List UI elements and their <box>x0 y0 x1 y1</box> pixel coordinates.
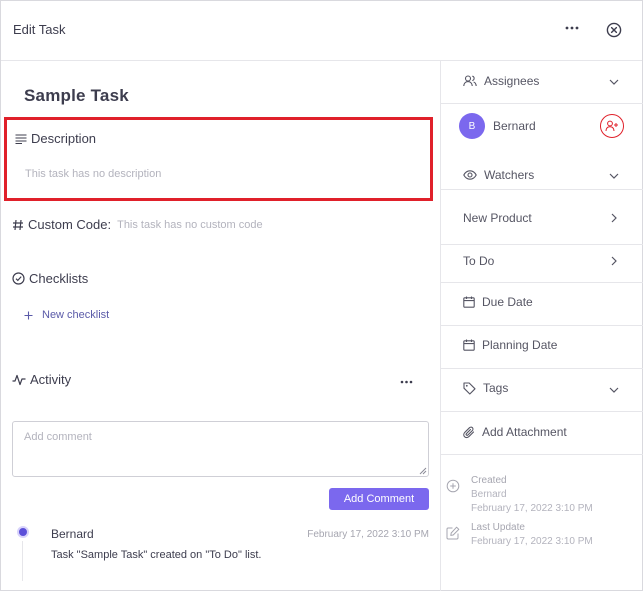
task-sidebar: Assignees B Bernard Watchers New Product… <box>440 61 643 591</box>
add-assignee-icon[interactable] <box>600 114 624 138</box>
planning-date-row[interactable]: Planning Date <box>441 326 643 369</box>
tag-icon <box>463 381 476 395</box>
calendar-icon <box>463 296 475 308</box>
new-checklist-label: New checklist <box>42 309 110 321</box>
new-checklist-button[interactable]: New checklist <box>24 309 109 321</box>
due-date-label: Due Date <box>482 295 533 309</box>
plus-circle-icon <box>446 479 460 493</box>
created-date: February 17, 2022 3:10 PM <box>471 503 593 514</box>
created-label: Created <box>471 475 507 486</box>
tags-row[interactable]: Tags <box>441 369 643 412</box>
project-row[interactable]: New Product <box>441 190 643 245</box>
status-label: To Do <box>463 254 495 268</box>
add-comment-button[interactable]: Add Comment <box>329 488 429 510</box>
assignees-row[interactable]: Assignees <box>441 61 643 104</box>
edit-icon <box>446 526 460 540</box>
activity-time: February 17, 2022 3:10 PM <box>307 529 429 540</box>
planning-date-row-content: Planning Date <box>463 338 557 352</box>
task-title[interactable]: Sample Task <box>24 86 129 106</box>
project-row-content: New Product <box>463 211 532 225</box>
assignees-label: Assignees <box>484 74 540 88</box>
last-update-label: Last Update <box>471 522 525 533</box>
status-row-content: To Do <box>463 254 494 268</box>
status-row[interactable]: To Do <box>441 245 643 283</box>
calendar-icon <box>463 339 475 351</box>
created-by: Bernard <box>471 489 507 500</box>
chevron-right-icon[interactable] <box>609 256 619 266</box>
check-circle-icon <box>12 272 25 285</box>
activity-text: Task "Sample Task" created on "To Do" li… <box>51 549 262 561</box>
modal-title: Edit Task <box>13 22 66 37</box>
watchers-row-content: Watchers <box>463 168 534 182</box>
avatar: B <box>459 113 485 139</box>
more-options-icon[interactable] <box>561 17 583 39</box>
edit-task-modal: Edit Task Sample Task Description This t… <box>0 0 643 591</box>
activity-label: Activity <box>30 372 72 387</box>
planning-date-label: Planning Date <box>482 338 558 352</box>
last-update-info: Last Update February 17, 2022 3:10 PM <box>441 522 643 554</box>
description-header: Description <box>15 131 96 146</box>
watchers-row[interactable]: Watchers <box>441 147 643 190</box>
paperclip-icon <box>463 426 475 439</box>
modal-header: Edit Task <box>1 1 642 61</box>
activity-entry: Bernard February 17, 2022 3:10 PM Task "… <box>1 521 440 581</box>
chevron-down-icon[interactable] <box>609 385 619 395</box>
comment-input[interactable] <box>12 421 429 477</box>
description-section[interactable]: Description This task has no description <box>4 117 433 201</box>
text-lines-icon <box>15 133 27 144</box>
activity-more-icon[interactable] <box>395 374 417 390</box>
description-placeholder[interactable]: This task has no description <box>25 168 161 180</box>
activity-author: Bernard <box>51 527 94 541</box>
resize-handle-icon[interactable] <box>417 465 427 475</box>
assignee-name: Bernard <box>493 119 536 133</box>
chevron-right-icon[interactable] <box>609 213 619 223</box>
watchers-label: Watchers <box>484 168 535 182</box>
attachment-row[interactable]: Add Attachment <box>441 412 643 455</box>
description-label: Description <box>31 131 97 146</box>
custom-code-label: Custom Code: <box>28 217 112 232</box>
assignee-item[interactable]: B Bernard <box>459 113 536 139</box>
checklists-section: Checklists <box>12 271 88 286</box>
custom-code-section[interactable]: Custom Code: This task has no custom cod… <box>12 217 263 232</box>
tags-row-content: Tags <box>463 381 508 395</box>
close-icon[interactable] <box>604 20 624 40</box>
chevron-down-icon[interactable] <box>609 77 619 87</box>
due-date-row-content: Due Date <box>463 295 533 309</box>
eye-icon <box>463 170 477 180</box>
created-info: Created Bernard February 17, 2022 3:10 P… <box>441 475 643 521</box>
task-main-panel: Sample Task Description This task has no… <box>1 61 440 591</box>
assignees-row-content: Assignees <box>463 74 539 88</box>
attachment-row-content: Add Attachment <box>463 425 567 439</box>
activity-pulse-icon <box>12 374 26 386</box>
timeline-line <box>22 541 23 581</box>
last-update-date: February 17, 2022 3:10 PM <box>471 536 593 547</box>
activity-header: Activity <box>12 372 71 387</box>
hash-icon <box>12 219 24 231</box>
timeline-dot-icon <box>17 526 29 538</box>
project-label: New Product <box>463 211 532 225</box>
due-date-row[interactable]: Due Date <box>441 283 643 326</box>
custom-code-placeholder[interactable]: This task has no custom code <box>117 219 263 231</box>
tags-label: Tags <box>483 381 509 395</box>
users-icon <box>463 75 477 87</box>
checklists-label: Checklists <box>29 271 89 286</box>
attachment-label: Add Attachment <box>482 425 567 439</box>
plus-icon <box>24 311 33 320</box>
chevron-down-icon[interactable] <box>609 171 619 181</box>
